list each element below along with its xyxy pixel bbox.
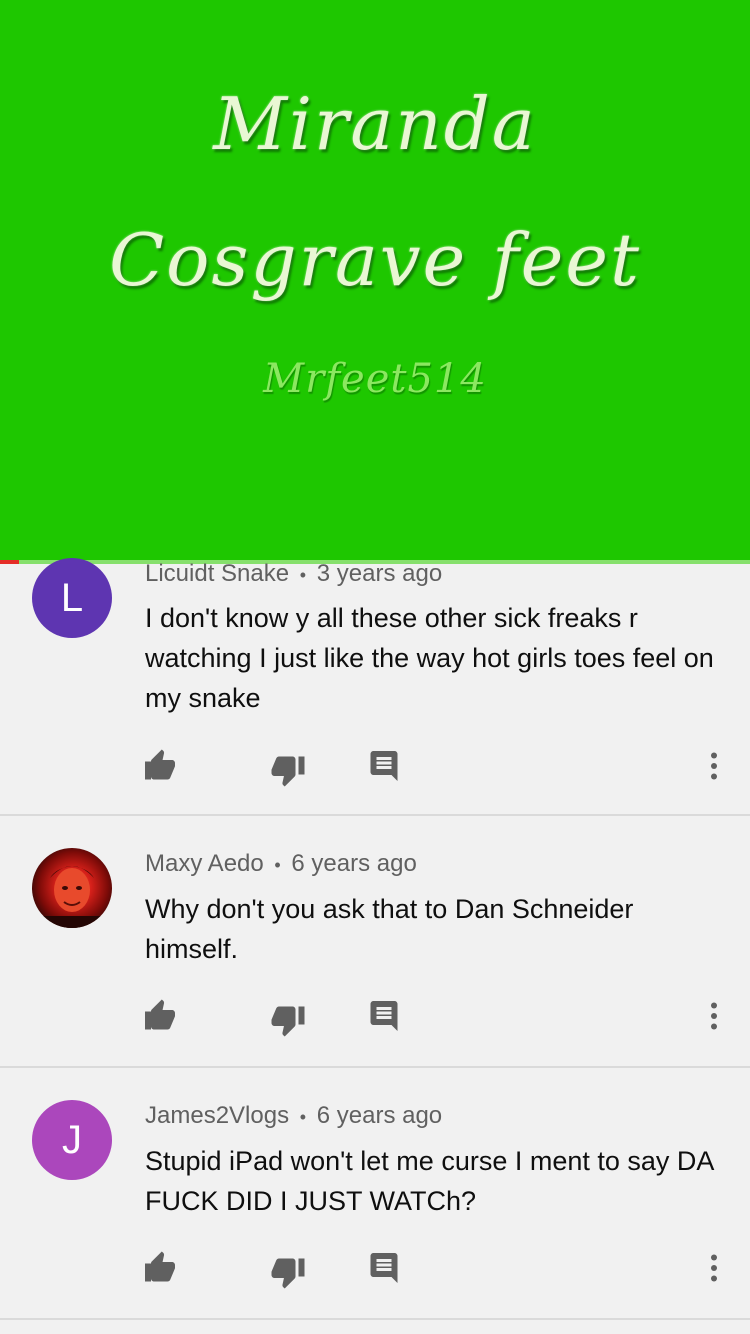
thumbs-down-icon[interactable]: [270, 1002, 306, 1038]
meta-separator: •: [274, 855, 281, 875]
comment-icon[interactable]: [366, 748, 402, 784]
more-vertical-icon[interactable]: [696, 748, 732, 784]
comment-actions: [0, 748, 750, 788]
more-vertical-icon[interactable]: [696, 1250, 732, 1286]
comment-time: 6 years ago: [316, 1102, 443, 1129]
avatar[interactable]: L: [32, 558, 112, 638]
comment-icon[interactable]: [366, 1250, 402, 1286]
comment-actions: [0, 998, 750, 1038]
comment-author[interactable]: Licuidt Snake: [145, 560, 289, 587]
meta-separator: •: [299, 1107, 307, 1127]
comment-text: I don't know y all these other sick frea…: [145, 603, 714, 713]
comment-item: Maxy Aedo • 6 years ago Why don't you as…: [0, 816, 750, 1068]
avatar-letter: L: [60, 575, 84, 620]
comment-time: 3 years ago: [316, 560, 443, 587]
avatar[interactable]: J: [32, 1100, 112, 1180]
comment-text: Stupid iPad won't let me curse I ment to…: [145, 1146, 713, 1216]
avatar-letter: J: [62, 1117, 82, 1162]
thumbs-down-icon[interactable]: [270, 752, 306, 788]
comment-meta: James2Vlogs • 6 years ago: [145, 1102, 442, 1130]
thumbs-up-icon[interactable]: [142, 748, 178, 784]
comment-text: Why don't you ask that to Dan Schneider …: [145, 894, 634, 964]
video-title-line1: Miranda: [213, 82, 537, 166]
avatar[interactable]: [32, 848, 112, 928]
comment-item: J James2Vlogs • 6 years ago Stupid iPad …: [0, 1068, 750, 1320]
more-vertical-icon[interactable]: [696, 998, 732, 1034]
comment-time: 6 years ago: [291, 850, 417, 877]
comment-item: L Licuidt Snake • 3 years ago I don't kn…: [0, 558, 750, 816]
meta-separator: •: [299, 565, 307, 585]
thumbs-up-icon[interactable]: [142, 998, 178, 1034]
thumbs-up-icon[interactable]: [142, 1250, 178, 1286]
comment-meta: Maxy Aedo • 6 years ago: [145, 850, 417, 878]
video-watermark: Mrfeet514: [263, 356, 487, 402]
video-title-line2: Cosgrave feet: [109, 218, 641, 302]
thumbs-down-icon[interactable]: [270, 1254, 306, 1290]
comment-author[interactable]: Maxy Aedo: [145, 850, 264, 877]
comment-actions: [0, 1250, 750, 1290]
comment-icon[interactable]: [366, 998, 402, 1034]
avatar-photo: [32, 866, 112, 928]
video-player[interactable]: Miranda Cosgrave feet Mrfeet514: [0, 0, 750, 560]
comment-meta: Licuidt Snake • 3 years ago: [145, 560, 442, 588]
comment-author[interactable]: James2Vlogs: [145, 1102, 289, 1129]
